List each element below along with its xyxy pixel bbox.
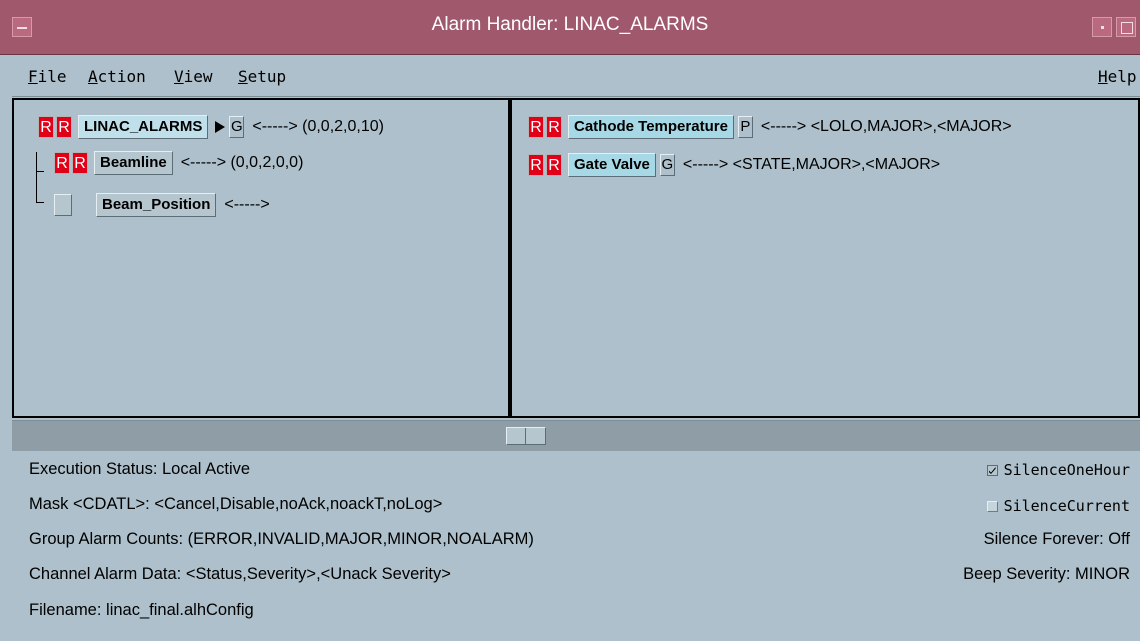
channel-alarm-data-legend: Channel Alarm Data: <Status,Severity>,<U… [29, 565, 451, 583]
maximize-button[interactable] [1116, 17, 1136, 37]
beep-severity-status: Beep Severity: MINOR [963, 565, 1130, 583]
checkbox-unchecked-icon[interactable] [986, 501, 998, 512]
group-button-beamline[interactable]: Beamline [94, 151, 173, 175]
tree-connector-line [36, 202, 44, 203]
status-area: Execution Status: Local Active Mask <CDA… [12, 452, 1140, 641]
menu-bar: File Action View Setup Help [12, 56, 1140, 97]
group-alarm-counts: <-----> (0,0,2,0,10) [252, 118, 384, 135]
execution-status: Execution Status: Local Active [29, 460, 251, 478]
unack-severity-indicator: R [54, 152, 70, 174]
channel-button-cathode-temperature[interactable]: Cathode Temperature [568, 115, 734, 139]
channel-alarm-data: <-----> <STATE,MAJOR>,<MAJOR> [682, 156, 941, 173]
channel-button-gate-valve[interactable]: Gate Valve [568, 153, 656, 177]
unack-severity-indicator: R [528, 154, 544, 176]
guidance-flag[interactable]: G [659, 154, 675, 176]
channel-alarm-data: <-----> <LOLO,MAJOR>,<MAJOR> [760, 118, 1012, 135]
tree-row-linac-alarms[interactable]: R R LINAC_ALARMS G <-----> (0,0,2,0,10) [38, 114, 384, 140]
silence-one-hour-toggle[interactable]: SilenceOneHour [986, 461, 1130, 479]
silence-current-label: SilenceCurrent [1003, 497, 1130, 515]
pane-resize-handle[interactable] [506, 427, 546, 445]
process-flag[interactable]: P [737, 116, 753, 138]
tree-connector-line [36, 152, 37, 202]
silence-forever-status: Silence Forever: Off [983, 530, 1130, 548]
guidance-flag[interactable]: G [229, 116, 245, 138]
silence-current-toggle[interactable]: SilenceCurrent [986, 497, 1130, 515]
channel-list-pane[interactable]: R R Cathode Temperature P <-----> <LOLO,… [510, 98, 1140, 418]
empty-severity-indicator [54, 194, 72, 216]
channel-row-gate-valve[interactable]: R R Gate Valve G <-----> <STATE,MAJOR>,<… [528, 152, 940, 178]
tree-row-beam-position[interactable]: Beam_Position <-----> [54, 192, 270, 218]
group-alarm-counts-legend: Group Alarm Counts: (ERROR,INVALID,MAJOR… [29, 530, 534, 548]
tree-row-beamline[interactable]: R R Beamline <-----> (0,0,2,0,0) [54, 150, 303, 176]
group-alarm-counts: <-----> (0,0,2,0,0) [180, 154, 304, 171]
unack-severity-indicator: R [38, 116, 54, 138]
expand-arrow-icon[interactable] [215, 121, 226, 133]
menu-file[interactable]: File [28, 67, 67, 86]
pane-divider-bar [12, 420, 1140, 451]
unack-severity-indicator: R [528, 116, 544, 138]
menu-action[interactable]: Action [88, 67, 146, 86]
title-bar: Alarm Handler: LINAC_ALARMS [0, 0, 1140, 55]
channel-row-cathode-temperature[interactable]: R R Cathode Temperature P <-----> <LOLO,… [528, 114, 1012, 140]
severity-indicator: R [56, 116, 72, 138]
severity-indicator: R [546, 154, 562, 176]
menu-setup[interactable]: Setup [238, 67, 286, 86]
window-title: Alarm Handler: LINAC_ALARMS [431, 14, 709, 35]
menu-help[interactable]: Help [1098, 67, 1137, 86]
menu-view[interactable]: View [174, 67, 213, 86]
severity-indicator: R [72, 152, 88, 174]
group-alarm-counts: <-----> [224, 196, 270, 213]
severity-indicator: R [546, 116, 562, 138]
mask-legend: Mask <CDATL>: <Cancel,Disable,noAck,noac… [29, 495, 443, 513]
minimize-button[interactable] [1092, 17, 1112, 37]
filename-label: Filename: linac_final.alhConfig [29, 601, 254, 619]
tree-connector-line [36, 171, 44, 172]
alarm-handler-window: Alarm Handler: LINAC_ALARMS File Action … [0, 0, 1140, 641]
group-button-linac-alarms[interactable]: LINAC_ALARMS [78, 115, 209, 139]
silence-one-hour-label: SilenceOneHour [1003, 461, 1130, 479]
checkbox-checked-icon[interactable] [986, 465, 998, 476]
group-tree-pane[interactable]: R R LINAC_ALARMS G <-----> (0,0,2,0,10) … [12, 98, 510, 418]
group-button-beam-position[interactable]: Beam_Position [96, 193, 217, 217]
